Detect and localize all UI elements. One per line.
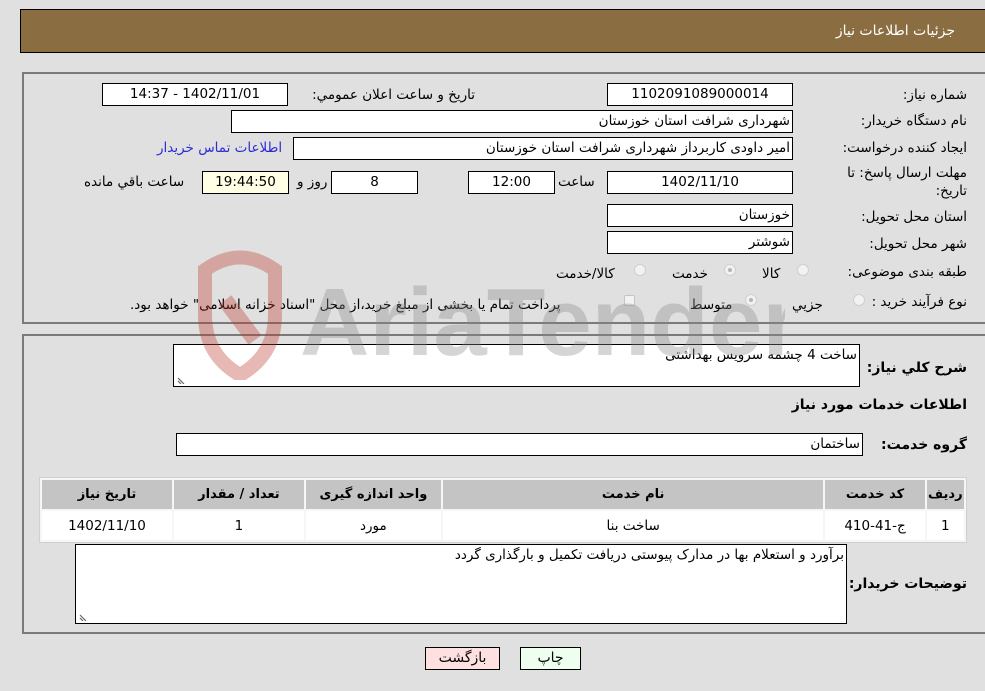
category-option-goods: کالا [762,266,781,282]
buyer-org-field[interactable]: شهرداری شرافت استان خوزستان [231,110,793,133]
category-option-service: خدمت [672,266,708,282]
service-group-field[interactable]: ساختمان [176,433,863,456]
cell-need-date: 1402/11/10 [42,511,172,540]
purchase-process-label: نوع فرآیند خرید : [871,294,967,310]
process-radio-medium[interactable] [745,294,757,306]
category-radio-service[interactable] [724,264,736,276]
page-header: جزئیات اطلاعات نیاز [20,9,985,53]
cell-unit: مورد [305,511,441,540]
resize-grip-icon[interactable] [78,611,88,621]
days-label: روز و [297,174,328,190]
service-group-label: گروه خدمت: [881,437,967,453]
cell-service-name: ساخت بنا [442,511,824,540]
process-option-minor: جزيي [792,297,823,313]
table-header-row: ردیف کد خدمت نام خدمت واحد اندازه گیری ت… [42,480,964,509]
buyer-notes-label: توضیحات خریدار: [848,576,967,592]
requester-label: ایجاد کننده درخواست: [842,140,967,156]
process-option-medium: متوسط [690,297,733,313]
deadline-time-field[interactable]: 12:00 [468,171,555,194]
back-button[interactable]: بازگشت [425,647,500,670]
col-header-row-num: ردیف [926,480,964,509]
deadline-time-label: ساعت [558,174,595,190]
services-table: ردیف کد خدمت نام خدمت واحد اندازه گیری ت… [39,477,967,543]
delivery-city-field[interactable]: شوشتر [607,231,793,254]
col-header-quantity: تعداد / مقدار [173,480,304,509]
time-remaining-field: 19:44:50 [202,171,289,194]
days-remaining-field[interactable]: 8 [331,171,418,194]
page-title: جزئیات اطلاعات نیاز [835,23,955,39]
services-heading: اطلاعات خدمات مورد نیاز [791,397,967,413]
print-button[interactable]: چاپ [520,647,581,670]
col-header-service-name: نام خدمت [442,480,824,509]
summary-textarea[interactable]: ساخت 4 چشمه سرویس بهداشتی [173,344,860,387]
col-header-need-date: تاریخ نیاز [42,480,172,509]
time-remaining-label: ساعت باقي مانده [84,174,185,190]
deadline-label: مهلت ارسال پاسخ: تا تاریخ: [847,165,967,199]
table-row: 1 ج-41-410 ساخت بنا مورد 1 1402/11/10 [42,511,964,540]
buyer-org-label: نام دستگاه خریدار: [860,113,967,129]
cell-service-code: ج-41-410 [825,511,925,540]
requester-field[interactable]: امیر داودی کاربرداز شهرداری شرافت استان … [293,137,793,160]
category-radio-goods[interactable] [797,264,809,276]
treasury-bonds-checkbox[interactable] [624,295,635,306]
resize-grip-icon[interactable] [176,374,186,384]
summary-label: شرح کلي نیاز: [866,360,967,376]
col-header-unit: واحد اندازه گیری [305,480,441,509]
need-number-field[interactable]: 1102091089000014 [607,83,793,106]
process-radio-minor[interactable] [853,294,865,306]
category-radio-goods-service[interactable] [634,264,646,276]
cell-row-num: 1 [926,511,964,540]
need-number-label: شماره نیاز: [902,87,967,103]
delivery-province-label: استان محل تحویل: [861,209,967,225]
delivery-province-field[interactable]: خوزستان [607,204,793,227]
buyer-notes-textarea[interactable]: برآورد و استعلام بها در مدارک پیوستی دری… [75,544,847,624]
announce-datetime-label: تاریخ و ساعت اعلان عمومي: [312,87,475,103]
category-option-goods-service: کالا/خدمت [556,266,615,282]
summary-text: ساخت 4 چشمه سرویس بهداشتی [665,347,857,363]
treasury-bonds-note: پرداخت تمام یا بخشی از مبلغ خرید،از محل … [130,297,561,313]
cell-quantity: 1 [173,511,304,540]
col-header-service-code: کد خدمت [825,480,925,509]
deadline-date-field[interactable]: 1402/11/10 [607,171,793,194]
buyer-notes-text: برآورد و استعلام بها در مدارک پیوستی دری… [454,547,844,563]
announce-datetime-field[interactable]: 1402/11/01 - 14:37 [102,83,288,106]
category-label: طبقه بندی موضوعی: [847,264,967,280]
buyer-contact-link[interactable]: اطلاعات تماس خریدار [157,140,282,156]
delivery-city-label: شهر محل تحویل: [869,236,967,252]
